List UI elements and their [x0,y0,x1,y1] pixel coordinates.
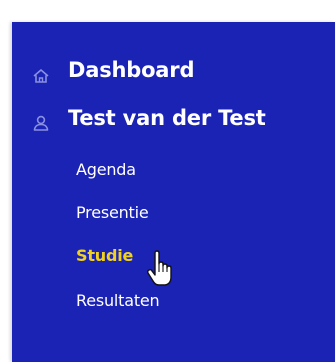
sidebar-item-user[interactable]: Test van der Test [68,106,266,130]
sidebar-item-label: Dashboard [68,58,195,82]
home-icon [32,67,50,85]
sidebar-subitem-label: Studie [76,246,134,265]
sidebar-subitem-resultaten[interactable]: Resultaten [76,291,160,310]
sidebar-subitem-studie[interactable]: Studie [76,246,133,265]
hand-cursor-icon [146,250,174,288]
sidebar-subitem-label: Presentie [76,203,149,222]
sidebar-nav: Dashboard Test van der Test Agenda Prese… [12,22,335,362]
sidebar-subitem-label: Agenda [76,160,136,179]
user-icon [32,114,50,132]
sidebar-subitem-label: Resultaten [76,291,160,310]
sidebar-item-label: Test van der Test [68,106,266,130]
sidebar-subitem-agenda[interactable]: Agenda [76,160,136,179]
sidebar-subitem-presentie[interactable]: Presentie [76,203,149,222]
sidebar-item-dashboard[interactable]: Dashboard [68,58,194,82]
